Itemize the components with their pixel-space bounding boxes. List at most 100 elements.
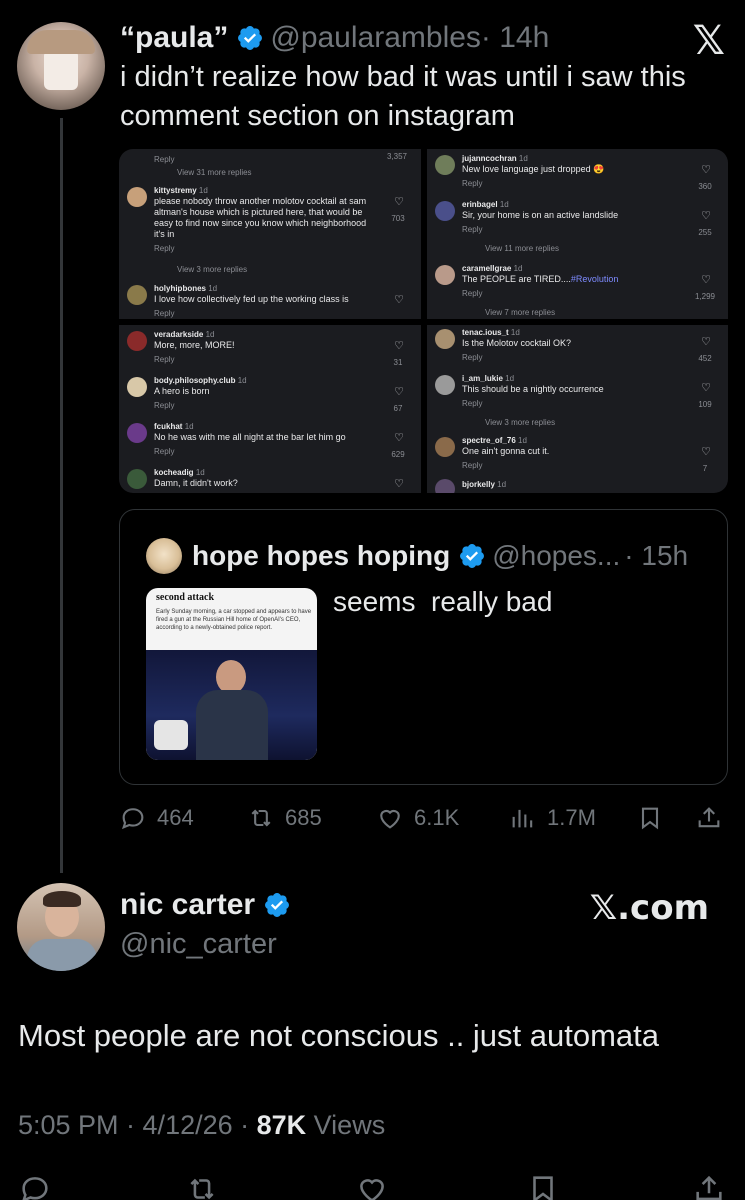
comment-username[interactable]: kittystremy	[154, 186, 197, 195]
reply-count: 464	[157, 805, 194, 830]
quoted-tweet-card[interactable]: hope hopes hoping @hopes... · 15h second…	[119, 509, 728, 785]
reply-views-label: Views	[306, 1110, 386, 1140]
comment-text: Damn, it didn't work?	[154, 478, 238, 488]
heart-icon[interactable]: ♡	[694, 337, 718, 348]
heart-icon[interactable]: ♡	[694, 275, 718, 286]
comment-age: 1d	[505, 374, 515, 383]
comment-username[interactable]: veradarkside	[154, 330, 203, 339]
reply-icon[interactable]	[18, 1172, 52, 1200]
reply-tweet-meta: 5:05 PM · 4/12/26 · 87K Views	[18, 1110, 385, 1141]
comments-screenshot-grid[interactable]: Reply 3,357 View 31 more replies kittystr…	[119, 149, 728, 493]
comment-username[interactable]: tenac.ious_t	[462, 328, 509, 337]
reply-timestamp[interactable]: 5:05 PM · 4/12/26 ·	[18, 1110, 257, 1140]
like-count: 3,357	[386, 152, 407, 161]
reply-action-bar-cutoff	[0, 1170, 745, 1200]
quoted-handle[interactable]: @hopes...	[492, 540, 620, 572]
heart-icon[interactable]: ♡	[694, 165, 718, 176]
comment: tenac.ious_t 1d Is the Molotov cocktail …	[435, 327, 722, 367]
comment-username[interactable]: erinbagel	[462, 200, 498, 209]
comment-username[interactable]: bjorkelly	[462, 480, 495, 489]
display-name[interactable]: “paula”	[120, 21, 228, 55]
bookmark-button[interactable]	[636, 800, 674, 836]
comment-username[interactable]: jujanncochran	[462, 154, 517, 163]
comment-text: Sir, your home is on an active landslide	[462, 210, 619, 220]
reply-link[interactable]: Reply	[154, 243, 375, 254]
reply-link[interactable]: Reply	[462, 224, 682, 235]
comment-text: More, more, MORE!	[154, 340, 235, 350]
hair-shape	[43, 891, 81, 907]
quoted-timestamp[interactable]: · 15h	[624, 540, 688, 572]
comment-username[interactable]: caramellgrae	[462, 264, 511, 273]
reply-tweet-text: Most people are not conscious .. just au…	[18, 1018, 660, 1053]
comment-age: 1d	[510, 328, 520, 337]
comment: veradarkside 1d More, more, MORE! Reply …	[127, 329, 415, 369]
comment-text: No he was with me all night at the bar l…	[154, 432, 346, 442]
display-name[interactable]: nic carter	[120, 888, 255, 922]
timestamp[interactable]: · 14h	[481, 21, 549, 55]
view-more-replies[interactable]: View 11 more replies	[485, 243, 559, 254]
view-more-replies[interactable]: View 3 more replies	[485, 417, 555, 428]
comments-panel-top-left: Reply 3,357 View 31 more replies kittystr…	[119, 149, 421, 319]
heart-icon[interactable]: ♡	[694, 447, 718, 458]
share-button[interactable]	[695, 800, 733, 836]
reply-link[interactable]: Reply	[154, 308, 385, 319]
heart-icon[interactable]: ♡	[387, 341, 411, 352]
retweet-button[interactable]: 685	[247, 800, 322, 836]
retweet-icon	[251, 809, 271, 827]
reply-link[interactable]: Reply	[462, 398, 682, 409]
bookmark-icon[interactable]	[526, 1172, 560, 1200]
heart-icon[interactable]: ♡	[387, 479, 411, 490]
hashtag-link[interactable]: #Revolution	[571, 274, 619, 284]
comment-age: 1d	[195, 468, 205, 477]
reply-link[interactable]: Reply	[462, 352, 682, 363]
reply-link[interactable]: Reply	[462, 288, 682, 299]
reply-author-name: nic carter	[120, 888, 297, 922]
reply-link[interactable]: Reply	[462, 460, 682, 471]
commenter-avatar	[127, 423, 147, 443]
quoted-display-name[interactable]: hope hopes hoping	[192, 540, 450, 572]
views-button[interactable]: 1.7M	[509, 800, 596, 836]
comment: kittystremy 1d please nobody throw anoth…	[127, 185, 415, 255]
like-count: 703	[391, 214, 405, 223]
heart-icon[interactable]: ♡	[387, 433, 411, 444]
heart-icon[interactable]: ♡	[694, 211, 718, 222]
view-more-replies[interactable]: View 7 more replies	[485, 307, 555, 318]
share-icon[interactable]	[692, 1172, 726, 1200]
comment-username[interactable]: i_am_lukie	[462, 374, 503, 383]
heart-icon[interactable]	[355, 1172, 389, 1200]
comment-username[interactable]: spectre_of_76	[462, 436, 516, 445]
reply-link[interactable]: Reply	[462, 178, 682, 189]
quoted-avatar[interactable]	[146, 538, 182, 574]
verified-badge-icon	[238, 26, 263, 50]
comment-text: One ain't gonna cut it.	[462, 446, 550, 456]
reply-link[interactable]: Reply	[154, 154, 174, 165]
reply-link[interactable]: Reply	[154, 446, 375, 457]
comment-username[interactable]: holyhipbones	[154, 284, 206, 293]
reply-link[interactable]: Reply	[154, 354, 375, 365]
view-more-replies[interactable]: View 3 more replies	[177, 264, 247, 275]
paula-avatar[interactable]	[17, 22, 105, 110]
comment-username[interactable]: kocheadig	[154, 468, 194, 477]
speaker-head	[216, 660, 246, 694]
commenter-avatar	[435, 479, 455, 493]
quoted-article-image[interactable]: second attack Early Sunday morning, a ca…	[146, 588, 317, 760]
heart-icon[interactable]: ♡	[387, 387, 411, 398]
comment: spectre_of_76 1d One ain't gonna cut it.…	[435, 435, 722, 475]
comment-username[interactable]: body.philosophy.club	[154, 376, 235, 385]
handle[interactable]: @paularambles	[270, 21, 481, 55]
reply-icon	[121, 808, 144, 830]
comment-text: please nobody throw another molotov cock…	[154, 196, 367, 239]
reply-link[interactable]: Reply	[154, 400, 375, 411]
comment-username[interactable]: fcukhat	[154, 422, 182, 431]
like-button[interactable]: 6.1K	[376, 800, 459, 836]
heart-icon[interactable]: ♡	[694, 383, 718, 394]
heart-icon[interactable]: ♡	[387, 197, 411, 208]
retweet-icon[interactable]	[185, 1172, 219, 1200]
heart-icon[interactable]: ♡	[387, 295, 411, 306]
quoted-tweet-header: hope hopes hoping @hopes... · 15h	[146, 536, 688, 576]
reply-button[interactable]: 464	[119, 800, 194, 836]
view-more-replies[interactable]: View 31 more replies	[177, 167, 252, 178]
comment: kocheadig 1d Damn, it didn't work? ♡	[127, 467, 415, 493]
reply-author-handle[interactable]: @nic_carter	[120, 928, 277, 961]
nic-carter-avatar[interactable]	[17, 883, 105, 971]
